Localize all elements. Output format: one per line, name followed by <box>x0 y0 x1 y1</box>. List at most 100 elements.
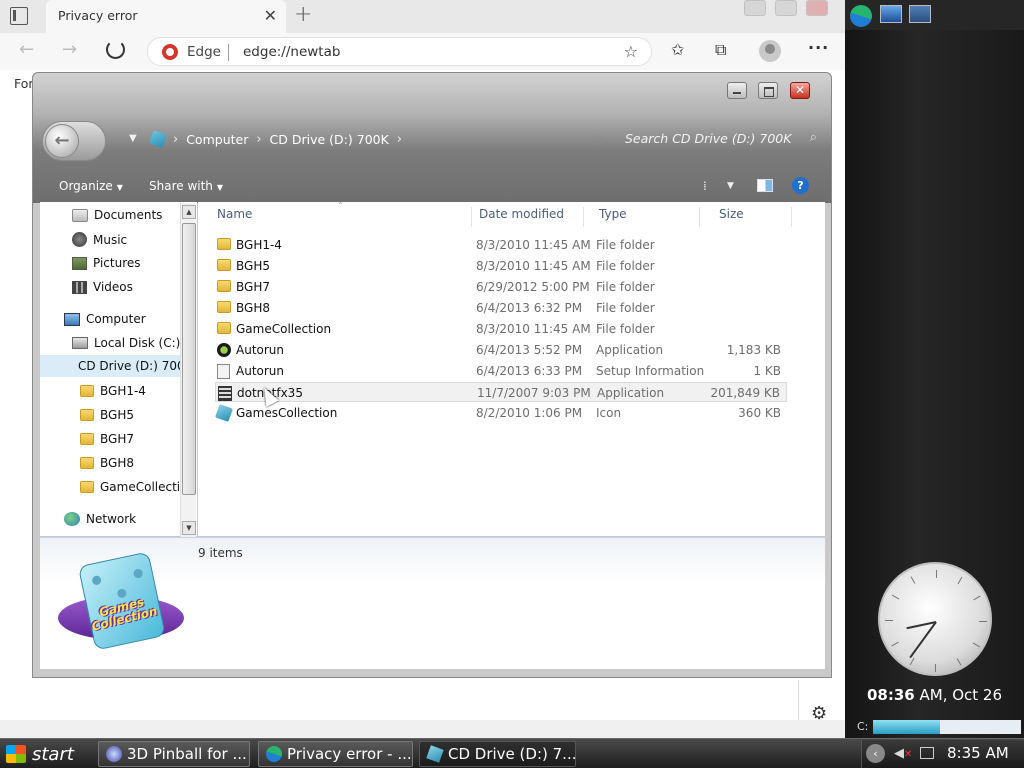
nav-item-network[interactable]: Network <box>64 512 136 526</box>
favorites-icon[interactable]: ✩ <box>671 40 684 59</box>
breadcrumb-cd-drive[interactable]: CD Drive (D:) 700K <box>270 132 389 147</box>
tab-actions-icon[interactable] <box>10 7 28 25</box>
more-menu-icon[interactable]: ··· <box>808 38 829 57</box>
column-header-size[interactable]: Size <box>700 207 792 227</box>
table-row[interactable]: BGH7 6/29/2012 5:00 PM File folder <box>215 277 787 297</box>
folder-icon <box>80 481 94 493</box>
address-bar[interactable]: Edge edge://newtab ☆ <box>147 37 652 66</box>
tab-close-icon[interactable]: ✕ <box>264 6 277 25</box>
nav-item-folder[interactable]: BGH1-4 <box>80 384 146 398</box>
search-placeholder: Search CD Drive (D:) 700K <box>625 131 792 146</box>
breadcrumb-chevron-icon[interactable]: › <box>173 132 178 147</box>
browser-minimize-button[interactable] <box>744 0 766 16</box>
nav-item-music[interactable]: Music <box>72 232 127 247</box>
edge-icon[interactable] <box>850 5 872 27</box>
start-button[interactable]: start <box>0 739 92 768</box>
table-row[interactable]: GamesCollection 8/2/2010 1:06 PM Icon 360 K… <box>215 403 787 423</box>
scrollbar-thumb[interactable] <box>182 223 196 495</box>
preview-pane-icon[interactable] <box>757 179 773 192</box>
collections-icon[interactable]: ⧉ <box>715 40 726 60</box>
file-name: GamesCollection <box>236 406 338 420</box>
nav-item-local-disk[interactable]: Local Disk (C:) <box>72 336 180 350</box>
column-label: Type <box>599 207 627 221</box>
breadcrumb-computer[interactable]: Computer <box>186 132 248 147</box>
show-hidden-icons-icon[interactable]: ‹ <box>866 744 885 763</box>
nav-item-pictures[interactable]: Pictures <box>72 256 141 270</box>
column-label: Size <box>719 207 744 221</box>
navigation-scrollbar[interactable]: ▲ ▼ <box>180 203 196 537</box>
scroll-up-icon[interactable]: ▲ <box>182 205 196 219</box>
table-row[interactable]: GameCollection 8/3/2010 11:45 AM File fold… <box>215 319 787 339</box>
profile-avatar[interactable] <box>759 40 781 62</box>
forward-button[interactable]: → <box>62 39 77 60</box>
back-button[interactable]: ← <box>19 39 34 60</box>
search-icon[interactable]: ⌕ <box>810 130 817 145</box>
column-header-date[interactable]: Date modified <box>460 207 584 227</box>
nav-item-folder[interactable]: BGH5 <box>80 408 134 422</box>
close-button[interactable]: ✕ <box>790 82 810 99</box>
setup-file-icon <box>217 364 230 379</box>
nav-label: Documents <box>94 208 163 222</box>
nav-item-computer[interactable]: Computer <box>64 312 146 326</box>
table-row[interactable]: Autorun 6/4/2013 5:52 PM Application 1,183 … <box>215 340 787 360</box>
breadcrumb-chevron-icon[interactable]: › <box>256 132 261 147</box>
browser-tab[interactable]: Privacy error ✕ <box>46 0 286 33</box>
maximize-button[interactable] <box>758 82 778 99</box>
back-forward-control[interactable]: ← <box>42 121 106 161</box>
switch-windows-icon[interactable] <box>909 5 931 23</box>
nav-item-documents[interactable]: Documents <box>72 208 162 222</box>
table-row[interactable]: BGH1-4 8/3/2010 11:45 AM File folder <box>215 235 787 255</box>
taskbar-item-edge[interactable]: Privacy error - ... <box>258 741 413 767</box>
table-row[interactable]: Autorun 6/4/2013 6:33 PM Setup Information… <box>215 361 787 381</box>
table-row[interactable]: BGH5 8/3/2010 11:45 AM File folder <box>215 256 787 276</box>
nav-item-videos[interactable]: Videos <box>72 280 133 294</box>
nav-item-folder[interactable]: BGH7 <box>80 432 134 446</box>
volume-muted-icon[interactable]: ◀✕ <box>894 746 912 761</box>
address-url[interactable]: edge://newtab <box>243 44 340 60</box>
application-icon <box>217 343 231 357</box>
scroll-down-icon[interactable]: ▼ <box>182 521 196 535</box>
organize-menu[interactable]: Organize ▼ <box>59 179 123 193</box>
clock-date: AM, Oct 26 <box>914 686 1003 704</box>
search-input[interactable]: Search CD Drive (D:) 700K ⌕ <box>625 128 821 150</box>
refresh-icon[interactable] <box>106 40 125 59</box>
new-tab-button[interactable]: + <box>294 2 312 27</box>
help-icon[interactable]: ? <box>792 177 809 194</box>
nav-label: CD Drive (D:) 700K <box>78 359 193 373</box>
file-date: 8/2/2010 1:06 PM <box>476 406 583 420</box>
table-row[interactable]: BGH8 6/4/2013 6:32 PM File folder <box>215 298 787 318</box>
table-row[interactable]: dotnetfx35 11/7/2007 9:03 PM Application 20… <box>215 382 787 402</box>
die-pip <box>116 588 128 599</box>
file-type: Application <box>597 386 665 400</box>
nav-item-folder[interactable]: BGH8 <box>80 456 134 470</box>
browser-maximize-button[interactable] <box>775 0 797 16</box>
minimize-button[interactable] <box>727 82 747 99</box>
taskbar-item-pinball[interactable]: 3D Pinball for ... <box>98 741 250 767</box>
nav-label: Videos <box>93 280 133 294</box>
add-favorite-icon[interactable]: ☆ <box>624 42 638 61</box>
change-view-icon[interactable]: ⁞ <box>703 179 707 193</box>
column-header-name[interactable]: Name <box>198 207 472 227</box>
network-status-icon[interactable] <box>920 747 934 759</box>
cd-drive-icon <box>149 130 167 148</box>
recent-pages-dropdown-icon[interactable]: ▼ <box>129 133 137 144</box>
nav-label: Pictures <box>93 256 141 270</box>
favorites-bar-text[interactable]: For <box>14 76 34 91</box>
column-header-type[interactable]: Type <box>580 207 700 227</box>
tray-clock[interactable]: 8:35 AM <box>947 744 1009 762</box>
view-options-dropdown-icon[interactable]: ▼ <box>727 181 734 191</box>
taskbar-item-label: 3D Pinball for ... <box>127 745 247 763</box>
browser-close-button[interactable] <box>806 0 828 16</box>
nav-item-cd-drive[interactable]: CD Drive (D:) 700K <box>40 355 192 377</box>
nav-label: Local Disk (C:) <box>94 336 181 350</box>
breadcrumb-chevron-icon[interactable]: › <box>397 132 402 147</box>
file-date: 11/7/2007 9:03 PM <box>477 386 591 400</box>
show-desktop-icon[interactable] <box>880 5 902 23</box>
breadcrumb[interactable]: › Computer › CD Drive (D:) 700K › <box>149 128 402 150</box>
taskbar-item-explorer[interactable]: CD Drive (D:) 7... <box>419 741 576 767</box>
nav-item-folder[interactable]: GameCollection <box>80 480 195 494</box>
clock-tick <box>979 621 987 622</box>
back-arrow-icon[interactable]: ← <box>45 124 79 158</box>
share-with-menu[interactable]: Share with ▼ <box>149 179 223 193</box>
address-dropdown-refresh-icon[interactable]: ⌄ ○ <box>579 132 603 146</box>
